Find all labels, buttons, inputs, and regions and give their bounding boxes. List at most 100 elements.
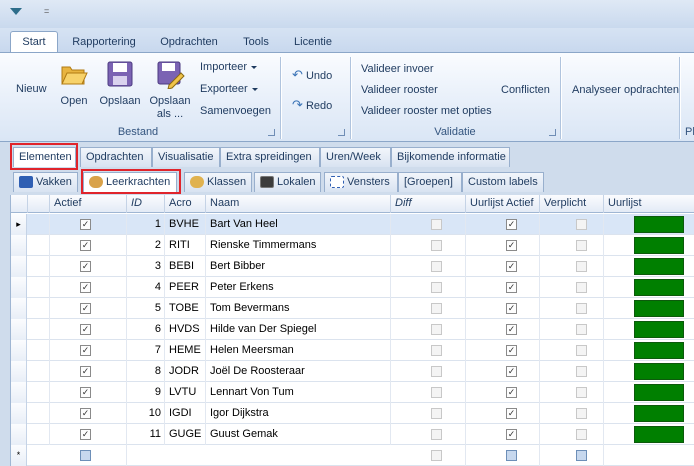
row-indicator[interactable] [11,277,27,298]
acro-cell[interactable]: HVDS [165,319,206,340]
uurlijst-actief-checkbox[interactable]: ✓ [506,345,517,356]
tab-visualisatie[interactable]: Visualisatie [152,147,220,167]
naam-cell[interactable]: Peter Erkens [206,277,391,298]
samenvoegen-button[interactable]: Samenvoegen [200,105,271,117]
row-indicator[interactable] [11,361,27,382]
uurlijst-color-swatch[interactable] [634,258,684,275]
customize-toolbar-icon[interactable]: = [44,6,49,16]
verplicht-checkbox[interactable] [576,345,587,356]
uurlijst-color-swatch[interactable] [634,279,684,296]
column-header-acro[interactable]: Acro [165,195,206,213]
row-indicator[interactable] [11,319,27,340]
new-row-checkbox[interactable] [80,450,91,461]
diff-checkbox[interactable] [431,261,442,272]
column-header-naam[interactable]: Naam [206,195,391,213]
column-header-verplicht[interactable]: Verplicht [540,195,604,213]
open-button[interactable]: Open [58,59,90,107]
uurlijst-actief-checkbox[interactable]: ✓ [506,408,517,419]
verplicht-checkbox[interactable] [576,261,587,272]
acro-cell[interactable]: PEER [165,277,206,298]
table-row[interactable]: ✓ 7 HEME Helen Meersman ✓ [11,340,694,361]
app-menu-dropdown-icon[interactable] [10,8,22,15]
verplicht-checkbox[interactable] [576,387,587,398]
diff-checkbox[interactable] [431,387,442,398]
analyseer-opdrachten-button[interactable]: Analyseer opdrachten [572,84,679,96]
actief-checkbox[interactable]: ✓ [80,387,91,398]
leerkrachten-grid[interactable]: Actief ID Acro Naam Diff Uurlijst Actief… [10,195,694,466]
tab-lokalen[interactable]: Lokalen [254,172,321,192]
tab-vakken[interactable]: Vakken [13,172,78,192]
exporteer-menu[interactable]: Exporteer [200,83,258,95]
validatie-dialog-launcher-icon[interactable] [549,129,556,136]
opslaan-als-button[interactable]: Opslaan als ... [148,59,192,121]
uurlijst-actief-checkbox[interactable]: ✓ [506,429,517,440]
actief-checkbox[interactable]: ✓ [80,408,91,419]
actief-checkbox[interactable]: ✓ [80,345,91,356]
uurlijst-color-swatch[interactable] [634,321,684,338]
naam-cell[interactable]: Hilde van Der Spiegel [206,319,391,340]
actief-checkbox[interactable]: ✓ [80,261,91,272]
row-indicator[interactable]: ▸ [11,214,27,235]
tab-vensters[interactable]: Vensters [324,172,398,192]
diff-checkbox[interactable] [431,303,442,314]
uurlijst-actief-checkbox[interactable]: ✓ [506,261,517,272]
table-row[interactable]: ✓ 10 IGDI Igor Dijkstra ✓ [11,403,694,424]
tab-bijkomende-informatie[interactable]: Bijkomende informatie [391,147,510,167]
row-indicator[interactable] [11,235,27,256]
row-indicator[interactable] [11,256,27,277]
uurlijst-color-swatch[interactable] [634,342,684,359]
verplicht-checkbox[interactable] [576,429,587,440]
diff-checkbox[interactable] [431,408,442,419]
naam-cell[interactable]: Igor Dijkstra [206,403,391,424]
verplicht-checkbox[interactable] [576,240,587,251]
column-header-actief[interactable]: Actief [50,195,127,213]
verplicht-checkbox[interactable] [576,408,587,419]
table-row[interactable]: ✓ 6 HVDS Hilde van Der Spiegel ✓ [11,319,694,340]
acro-cell[interactable]: BEBI [165,256,206,277]
verplicht-checkbox[interactable] [576,366,587,377]
uurlijst-actief-checkbox[interactable]: ✓ [506,366,517,377]
acro-cell[interactable]: IGDI [165,403,206,424]
opslaan-button[interactable]: Opslaan [98,59,142,107]
actief-checkbox[interactable]: ✓ [80,429,91,440]
acro-cell[interactable]: GUGE [165,424,206,445]
uurlijst-color-swatch[interactable] [634,426,684,443]
actief-checkbox[interactable]: ✓ [80,282,91,293]
undo-dialog-launcher-icon[interactable] [338,129,345,136]
tab-uren-week[interactable]: Uren/Week [320,147,391,167]
uurlijst-actief-checkbox[interactable]: ✓ [506,387,517,398]
naam-cell[interactable]: Helen Meersman [206,340,391,361]
diff-checkbox[interactable] [431,429,442,440]
importeer-menu[interactable]: Importeer [200,61,258,73]
table-row[interactable]: ✓ 9 LVTU Lennart Von Tum ✓ [11,382,694,403]
column-header-uurlijst-actief[interactable]: Uurlijst Actief [466,195,540,213]
actief-checkbox[interactable]: ✓ [80,219,91,230]
uurlijst-color-swatch[interactable] [634,384,684,401]
table-row[interactable]: ▸ ✓ 1 BVHE Bart Van Heel ✓ [11,214,694,235]
tab-groepen[interactable]: [Groepen] [398,172,462,192]
bestand-dialog-launcher-icon[interactable] [268,129,275,136]
new-row[interactable]: * [11,445,694,466]
row-indicator[interactable] [11,424,27,445]
uurlijst-color-swatch[interactable] [634,405,684,422]
naam-cell[interactable]: Bert Bibber [206,256,391,277]
naam-cell[interactable]: Joël De Roosteraar [206,361,391,382]
row-indicator[interactable] [11,403,27,424]
actief-checkbox[interactable]: ✓ [80,366,91,377]
row-indicator[interactable] [11,340,27,361]
acro-cell[interactable]: HEME [165,340,206,361]
table-row[interactable]: ✓ 4 PEER Peter Erkens ✓ [11,277,694,298]
acro-cell[interactable]: BVHE [165,214,206,235]
naam-cell[interactable]: Lennart Von Tum [206,382,391,403]
diff-checkbox[interactable] [431,366,442,377]
row-indicator[interactable] [11,382,27,403]
table-row[interactable]: ✓ 3 BEBI Bert Bibber ✓ [11,256,694,277]
diff-checkbox[interactable] [431,240,442,251]
column-header-uurlijst[interactable]: Uurlijst [604,195,694,213]
tab-rapportering[interactable]: Rapportering [66,32,142,52]
uurlijst-actief-checkbox[interactable]: ✓ [506,219,517,230]
tab-start[interactable]: Start [10,31,58,53]
uurlijst-actief-checkbox[interactable]: ✓ [506,240,517,251]
naam-cell[interactable]: Bart Van Heel [206,214,391,235]
tab-opdrachten[interactable]: Opdrachten [154,32,224,52]
